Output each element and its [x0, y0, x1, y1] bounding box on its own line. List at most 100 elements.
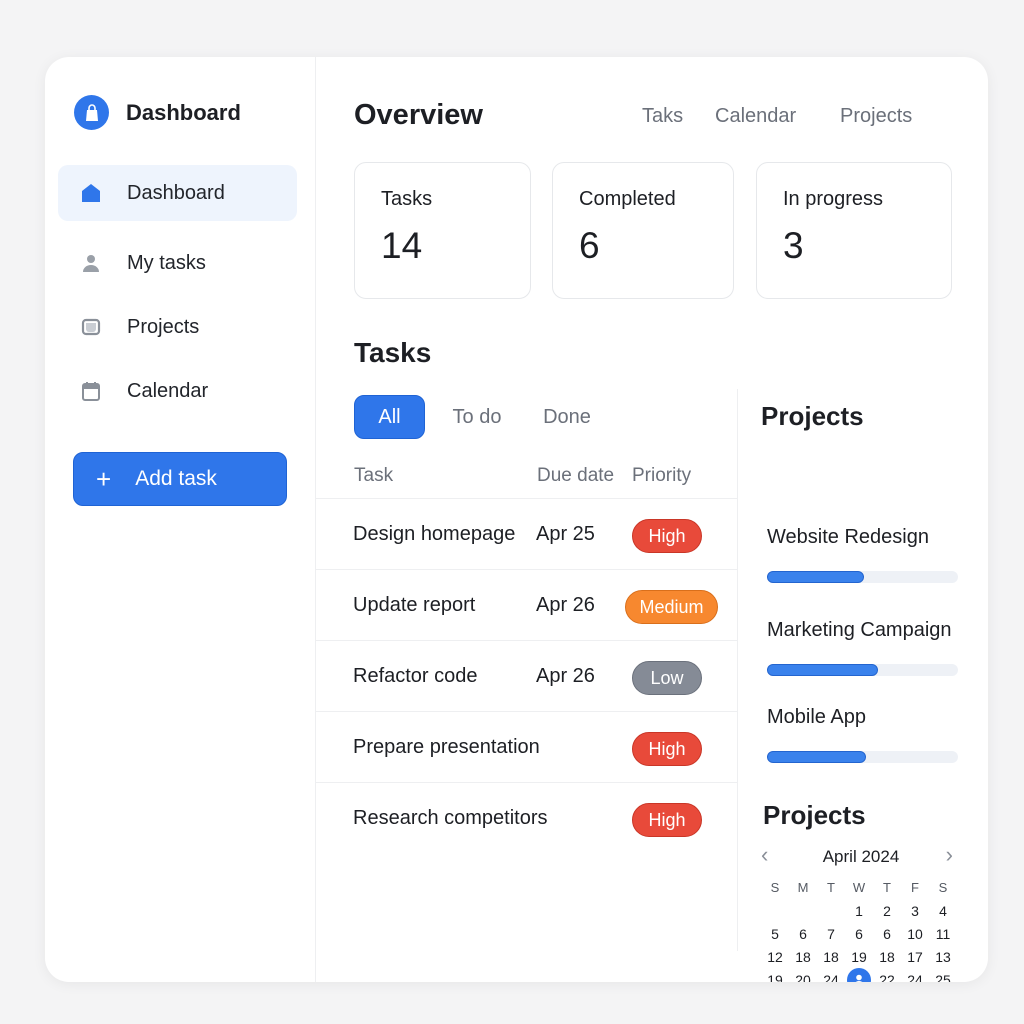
progress-bar [767, 751, 958, 763]
calendar-weekday: M [797, 880, 809, 895]
calendar-weekday: S [938, 880, 948, 895]
tasks-section-title: Tasks [354, 337, 432, 368]
stat-card-tasks: Tasks 14 [354, 162, 531, 299]
filter-tab-done[interactable]: Done [536, 395, 598, 439]
task-due-date: Apr 26 [536, 594, 595, 616]
sidebar-item-label: Projects [127, 315, 200, 338]
calendar-day[interactable]: 6 [789, 924, 817, 944]
calendar-weekday: F [911, 880, 919, 895]
calendar-day[interactable]: 1 [845, 901, 873, 921]
project-item[interactable]: Mobile App [767, 706, 967, 763]
priority-badge: High [632, 803, 702, 837]
task-name: Research competitors [353, 807, 548, 829]
calendar-weekday: T [883, 880, 891, 895]
sidebar-item-projects[interactable]: Projects [58, 299, 297, 355]
plus-icon: + [96, 464, 112, 494]
projects-title: Projects [761, 401, 864, 431]
filter-tab-to-do[interactable]: To do [441, 395, 513, 439]
add-task-button[interactable]: + Add task [73, 452, 287, 506]
calendar-empty-cell [817, 901, 845, 921]
bag-logo-icon [74, 95, 109, 130]
calendar-day[interactable]: 24 [817, 970, 845, 982]
progress-bar-fill [767, 751, 867, 763]
calendar-day[interactable]: 20 [789, 970, 817, 982]
project-item[interactable]: Marketing Campaign [767, 619, 967, 676]
calendar-day[interactable]: 22 [873, 970, 901, 982]
app-window: Dashboard Dashboard My tasks Projects Ca… [45, 57, 988, 982]
priority-badge: Medium [625, 590, 718, 624]
calendar-day[interactable]: 3 [901, 901, 929, 921]
column-header-task[interactable]: Task [354, 465, 393, 487]
user-avatar-icon [847, 968, 871, 982]
calendar-today-marker[interactable] [845, 968, 873, 982]
mini-calendar: ‹ April 2024 › S M T W T F S 1 2 3 4 5 6 7 6 6 10 11 12 18 1… [761, 844, 961, 982]
progress-bar [767, 664, 958, 676]
sidebar-item-dashboard[interactable]: Dashboard [58, 165, 297, 221]
stat-label: Completed [579, 188, 676, 210]
chevron-right-icon[interactable]: › [946, 844, 953, 866]
top-nav-projects[interactable]: Projects [840, 105, 912, 128]
calendar-day[interactable]: 17 [901, 947, 929, 967]
table-row[interactable]: Refactor code Apr 26 Low [316, 640, 737, 711]
top-nav-calendar[interactable]: Calendar [715, 105, 796, 128]
calendar-header: ‹ April 2024 › [761, 844, 961, 870]
calendar-day[interactable]: 4 [929, 901, 957, 921]
sidebar-item-label: Dashboard [127, 181, 225, 204]
calendar-day[interactable]: 12 [761, 947, 789, 967]
priority-badge: Low [632, 661, 702, 695]
calendar-title: Projects [763, 800, 866, 830]
calendar-day[interactable]: 6 [845, 924, 873, 944]
task-name: Design homepage [353, 523, 516, 545]
calendar-day[interactable]: 11 [929, 924, 957, 944]
task-table: Design homepage Apr 25 High Update repor… [316, 498, 737, 853]
brand-title: Dashboard [126, 99, 241, 125]
stat-value: 14 [381, 225, 423, 266]
projects-panel: Projects Website Redesign Marketing Camp… [737, 389, 988, 982]
calendar-day[interactable]: 19 [845, 947, 873, 967]
calendar-day[interactable]: 2 [873, 901, 901, 921]
user-icon [80, 252, 102, 274]
calendar-month: April 2024 [822, 847, 900, 866]
calendar-day[interactable]: 5 [761, 924, 789, 944]
task-name: Refactor code [353, 665, 478, 687]
project-name: Mobile App [767, 706, 866, 728]
calendar-day[interactable]: 24 [901, 970, 929, 982]
table-row[interactable]: Research competitors High [316, 782, 737, 853]
stat-value: 3 [783, 225, 804, 266]
sidebar: Dashboard Dashboard My tasks Projects Ca… [45, 57, 316, 982]
sidebar-item-my-tasks[interactable]: My tasks [58, 235, 297, 291]
table-row[interactable]: Update report Apr 26 Medium [316, 569, 737, 640]
calendar-icon [80, 380, 102, 402]
progress-bar [767, 571, 958, 583]
sidebar-item-calendar[interactable]: Calendar [58, 363, 297, 419]
filter-tab-all[interactable]: All [354, 395, 425, 439]
column-header-due-date[interactable]: Due date [537, 465, 614, 487]
sidebar-item-label: My tasks [127, 251, 206, 274]
table-row[interactable]: Design homepage Apr 25 High [316, 498, 737, 569]
calendar-day[interactable]: 25 [929, 970, 957, 982]
calendar-day[interactable]: 18 [873, 947, 901, 967]
calendar-day[interactable]: 19 [761, 970, 789, 982]
calendar-day[interactable]: 7 [817, 924, 845, 944]
calendar-weekday: W [852, 880, 866, 895]
page-title: Overview [354, 99, 483, 131]
project-name: Marketing Campaign [767, 619, 952, 641]
project-item[interactable]: Website Redesign [767, 526, 967, 583]
column-header-priority[interactable]: Priority [632, 465, 691, 487]
calendar-weekday: T [827, 880, 835, 895]
calendar-day[interactable]: 18 [789, 947, 817, 967]
sidebar-item-label: Calendar [127, 379, 209, 402]
calendar-weekday: S [770, 880, 780, 895]
folder-icon [80, 316, 102, 338]
project-name: Website Redesign [767, 526, 929, 548]
stat-value: 6 [579, 225, 600, 266]
calendar-day[interactable]: 6 [873, 924, 901, 944]
table-row[interactable]: Prepare presentation High [316, 711, 737, 782]
stat-card-in-progress: In progress 3 [756, 162, 952, 299]
task-name: Update report [353, 594, 476, 616]
brand: Dashboard [74, 95, 241, 130]
top-nav-tasks[interactable]: Taks [642, 105, 683, 128]
calendar-day[interactable]: 18 [817, 947, 845, 967]
calendar-day[interactable]: 13 [929, 947, 957, 967]
calendar-day[interactable]: 10 [901, 924, 929, 944]
